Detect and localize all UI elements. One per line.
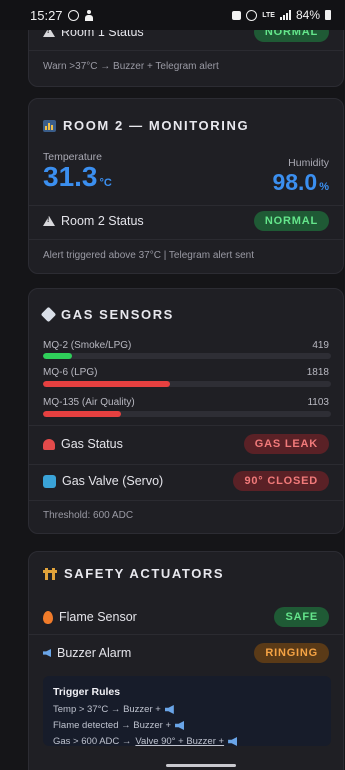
divider — [29, 205, 343, 206]
room2-status-row: Room 2 Status — [43, 214, 144, 228]
battery-level: 84% — [295, 8, 320, 22]
trigger-rules-box: Trigger Rules Temp > 37°C → Buzzer + Fla… — [43, 676, 331, 747]
temperature-value: 31.3 °C — [43, 161, 112, 192]
flame-icon — [43, 610, 53, 624]
safety-title: SAFETY ACTUATORS — [43, 566, 224, 581]
gas-sensors-card: GAS SENSORS MQ-2 (Smoke/LPG) 419 MQ-6 (L… — [28, 288, 344, 534]
gas-status-badge: GAS LEAK — [243, 434, 329, 454]
valve-rule-link[interactable]: Valve 90° + Buzzer + — [135, 736, 224, 747]
lte-indicator: LTE — [262, 11, 275, 19]
room2-status-badge: NORMAL — [253, 211, 329, 231]
mq2-bar-fill — [43, 353, 72, 359]
flame-badge: SAFE — [274, 607, 329, 627]
room2-title: ROOM 2 — MONITORING — [43, 118, 249, 133]
whatsapp-icon — [67, 9, 79, 21]
trigger-rule: Flame detected → Buzzer + — [53, 720, 185, 731]
person-icon — [84, 9, 94, 21]
mq2-bar — [43, 353, 331, 359]
divider — [29, 239, 343, 240]
notification-icon — [232, 10, 242, 20]
trigger-rule: Gas > 600 ADC → Valve 90° + Buzzer + — [53, 736, 238, 747]
mq135-label: MQ-135 (Air Quality) — [43, 397, 135, 408]
gas-icon — [40, 306, 57, 323]
divider — [29, 50, 343, 51]
safety-actuators-card: SAFETY ACTUATORS Flame Sensor SAFE Buzze… — [28, 551, 344, 770]
speaker-icon — [175, 721, 185, 730]
buzzer-badge: RINGING — [254, 643, 329, 663]
mq6-bar — [43, 381, 331, 387]
room1-note: Warn >37°C → Buzzer + Telegram alert — [43, 61, 219, 72]
home-indicator[interactable] — [166, 764, 236, 767]
flame-row: Flame Sensor — [43, 610, 137, 624]
gas-valve-badge: 90° CLOSED — [233, 471, 329, 491]
trigger-rule: Temp > 37°C → Buzzer + — [53, 704, 174, 715]
app-screen: 15:27 LTE 84% Room 1 Status NORMAL Warn … — [0, 0, 345, 770]
gas-title: GAS SENSORS — [40, 306, 174, 323]
mq2-label: MQ-2 (Smoke/LPG) — [43, 340, 132, 351]
battery-icon — [325, 10, 331, 20]
room2-note: Alert triggered above 37°C | Telegram al… — [43, 250, 254, 261]
mq6-label: MQ-6 (LPG) — [43, 367, 98, 378]
buzzer-label: Buzzer Alarm — [57, 646, 132, 660]
humidity-value: 98.0% — [272, 169, 329, 195]
barrier-icon — [43, 567, 57, 580]
speaker-icon — [164, 705, 174, 714]
flame-label: Flame Sensor — [59, 610, 137, 624]
buzzer-row: Buzzer Alarm — [43, 646, 131, 660]
divider — [29, 425, 343, 426]
gas-threshold: Threshold: 600 ADC — [43, 510, 134, 521]
siren-icon — [43, 438, 55, 450]
room2-status-label: Room 2 Status — [61, 214, 144, 228]
clock: 15:27 — [30, 7, 63, 23]
warning-icon — [43, 216, 55, 226]
gas-valve-label: Gas Valve (Servo) — [62, 474, 164, 488]
mq2-value: 419 — [312, 340, 329, 351]
mq6-value: 1818 — [306, 367, 329, 378]
valve-icon — [43, 474, 56, 488]
gas-valve-row: Gas Valve (Servo) — [43, 474, 163, 488]
mq135-bar — [43, 411, 331, 417]
mq135-bar-fill — [43, 411, 121, 417]
gas-status-label: Gas Status — [61, 437, 123, 451]
humidity-label: Humidity — [288, 157, 329, 169]
gas-status-row: Gas Status — [43, 437, 123, 451]
divider — [29, 464, 343, 465]
divider — [29, 500, 343, 501]
divider — [29, 634, 343, 635]
mq6-bar-fill — [43, 381, 170, 387]
mq135-value: 1103 — [307, 397, 329, 408]
trigger-rules-title: Trigger Rules — [53, 686, 121, 698]
hotspot-icon — [246, 9, 258, 21]
status-bar: 15:27 LTE 84% — [0, 0, 345, 30]
chart-icon — [43, 119, 56, 132]
room2-card: ROOM 2 — MONITORING Temperature 31.3 °C H… — [28, 98, 344, 274]
speaker-icon — [43, 649, 51, 657]
speaker-icon — [228, 737, 238, 746]
signal-icon — [279, 10, 291, 20]
